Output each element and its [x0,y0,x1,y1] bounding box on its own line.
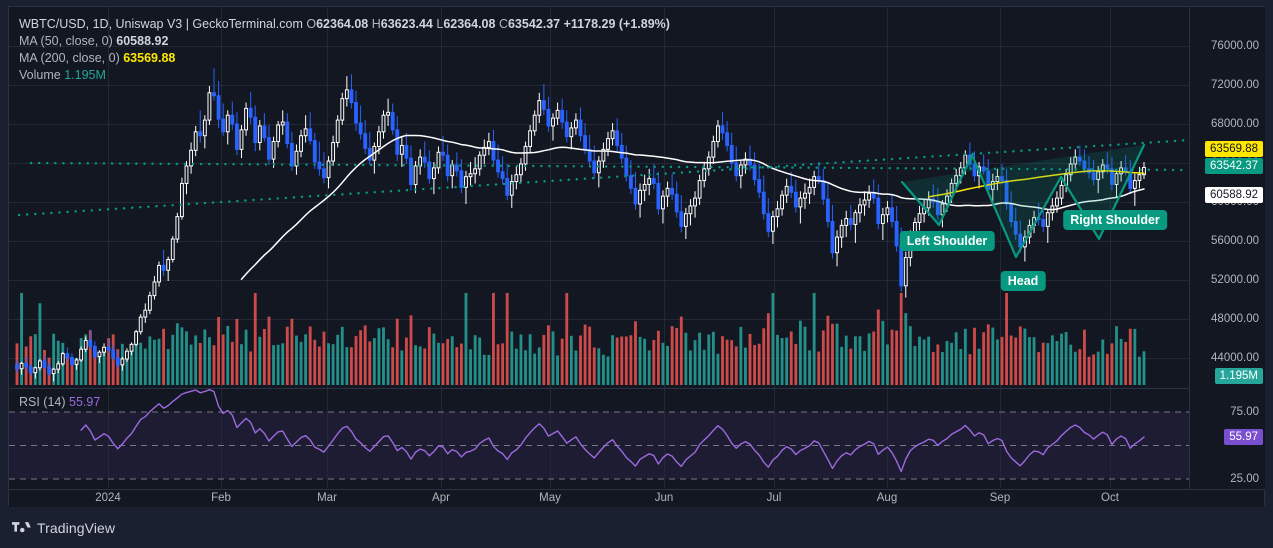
time-axis-tick: Aug [876,492,898,504]
time-axis-tick: Apr [432,492,450,504]
time-axis-tick: Mar [317,492,337,504]
rsi-label: RSI (14) [19,395,66,409]
price-axis-tick: 76000.00 [1211,40,1259,52]
rsi-pane[interactable] [9,389,1189,488]
price-axis-tick: 48000.00 [1211,313,1259,325]
price-axis-tick: 25.00 [1230,473,1259,485]
time-axis-tick: Feb [211,492,231,504]
price-chart-canvas [9,7,1189,388]
time-axis-tick: 2024 [95,492,121,504]
price-pane[interactable] [9,7,1189,388]
time-axis[interactable]: 2024 Feb Mar Apr May Jun Jul Aug Sep Oct [9,489,1264,507]
time-axis-tick: May [539,492,561,504]
ma50-price-tag[interactable]: 60588.92 [1205,187,1263,203]
price-axis-tick: 52000.00 [1211,274,1259,286]
time-axis-tick: Jul [766,492,782,504]
rsi-chart-canvas [9,389,1189,488]
time-axis-tick: Jun [654,492,674,504]
last-price-tag[interactable]: 63542.37 [1205,158,1263,174]
price-axis-tick: 75.00 [1230,406,1259,418]
volume-tag[interactable]: 1.195M [1214,368,1263,384]
tradingview-chart-screenshot: WBTC/USD, 1D, Uniswap V3 | GeckoTerminal… [0,0,1273,548]
price-axis-tick: 72000.00 [1211,79,1259,91]
ma200-price-tag[interactable]: 63569.88 [1205,141,1263,157]
pattern-label-right-shoulder[interactable]: Right Shoulder [1063,210,1167,230]
pattern-label-head[interactable]: Head [1000,271,1046,291]
time-axis-tick: Oct [1101,492,1119,504]
chart-frame: WBTC/USD, 1D, Uniswap V3 | GeckoTerminal… [8,6,1265,507]
price-axis-tick: 56000.00 [1211,235,1259,247]
price-axis[interactable]: 76000.0072000.0068000.0064000.0060000.00… [1189,7,1265,489]
tradingview-wordmark: TradingView [37,520,116,536]
rsi-legend[interactable]: RSI (14) 55.97 [19,395,100,409]
pattern-label-left-shoulder[interactable]: Left Shoulder [899,231,995,251]
price-axis-tick: 68000.00 [1211,118,1259,130]
time-axis-tick: Sep [989,492,1011,504]
tradingview-logo: TradingView [12,520,115,536]
rsi-value-tag[interactable]: 55.97 [1224,429,1263,445]
rsi-value: 55.97 [69,395,101,409]
price-axis-tick: 44000.00 [1211,352,1259,364]
tradingview-monogram-icon [12,521,31,532]
